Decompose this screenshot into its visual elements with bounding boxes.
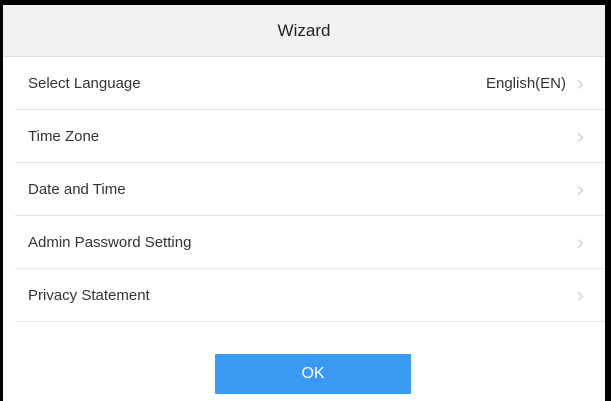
- chevron-right-icon: [577, 79, 584, 89]
- menu-item-time-zone[interactable]: Time Zone: [3, 110, 605, 163]
- ok-button[interactable]: OK: [215, 354, 411, 394]
- menu-item-label: Time Zone: [28, 128, 100, 145]
- dialog-header: Wizard: [3, 5, 605, 57]
- menu-item-admin-password-setting[interactable]: Admin Password Setting: [3, 216, 605, 269]
- menu-item-label: Date and Time: [28, 181, 126, 198]
- chevron-right-icon: [577, 291, 584, 301]
- menu-item-privacy-statement[interactable]: Privacy Statement: [3, 269, 605, 322]
- chevron-right-icon: [577, 132, 584, 142]
- chevron-right-icon: [577, 238, 584, 248]
- menu-item-label: Select Language: [28, 75, 141, 92]
- dialog-title: Wizard: [277, 20, 331, 40]
- selected-language-value: English(EN): [485, 75, 566, 92]
- menu-item-label: Admin Password Setting: [28, 234, 192, 251]
- chevron-right-icon: [577, 185, 584, 195]
- wizard-dialog: Wizard Select Language English(EN) Time …: [3, 5, 605, 401]
- menu-item-label: Privacy Statement: [28, 287, 150, 304]
- menu-item-select-language[interactable]: Select Language English(EN): [3, 57, 605, 110]
- menu-item-date-and-time[interactable]: Date and Time: [3, 163, 605, 216]
- wizard-menu: Select Language English(EN) Time Zone Da…: [3, 57, 605, 322]
